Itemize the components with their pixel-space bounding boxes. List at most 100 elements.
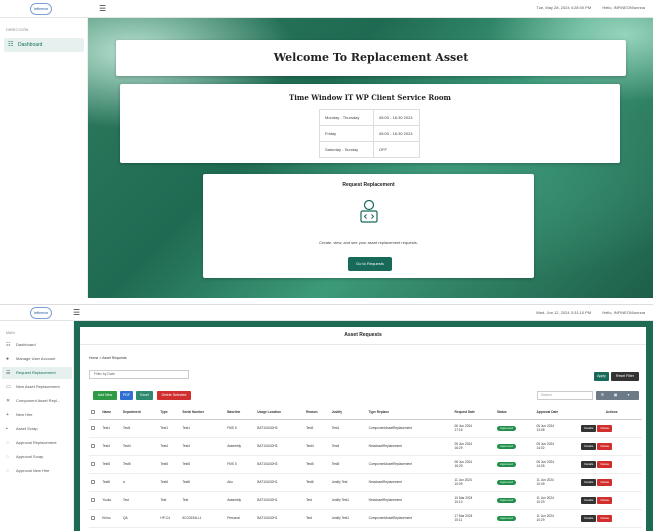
cell-department: Test1 [121,419,159,438]
delete-button[interactable]: Delete [597,424,613,432]
column-header[interactable]: Usage Location [255,406,305,420]
column-header[interactable]: Department [121,406,159,420]
user-greeting[interactable]: Hello, INFINEON\unnna [602,5,645,10]
sidebar-item-approval-scrap[interactable]: ◌ Approval Scrap [2,451,72,463]
page-title: Asset Requests [80,327,646,345]
row-checkbox[interactable] [89,437,101,456]
time-row: Friday 08:00 - 16:30 2024 [319,125,420,142]
details-button[interactable]: Details [581,460,597,468]
sidebar-item-new-asset[interactable]: ▭ New Asset Replacement [2,381,72,393]
sidebar-item-approval-new-hire[interactable]: ◌ Approval New Hire [2,465,72,477]
table-row[interactable]: Test1 Test1 Test1 Test1 FMS 5 BAT10U3OH3… [89,419,642,438]
cell-type-replace: NewAssetReplacement [366,437,453,456]
user-greeting[interactable]: Hello, INFINEON\unnna [602,310,645,315]
column-header[interactable]: Reason [304,406,330,420]
time-row: Monday - Thursday 08:00 - 16:30 2024 [319,109,420,126]
sidebar-item-dashboard[interactable]: ☷ Dashboard [2,339,72,351]
row-checkbox[interactable] [89,491,101,510]
sidebar-item-component-asset[interactable]: ✕ Component Asset Repl... [2,395,72,407]
sidebar-item-asset-scrap[interactable]: ▪ Asset Scrap [2,423,72,435]
column-header[interactable]: Name [100,406,121,420]
main-content: Asset Requests Home > Asset Requests Fil… [74,321,653,531]
row-checkbox[interactable] [89,509,101,528]
excel-button[interactable]: Excel [136,391,153,400]
delete-button[interactable]: Delete [597,478,613,486]
pdf-button[interactable]: PDF [120,391,133,400]
menu-toggle-icon[interactable]: ☰ [99,4,106,13]
delete-selected-button[interactable]: Delete Selected [157,391,191,400]
column-header[interactable]: Justify [329,406,367,420]
grid-view-icon[interactable]: ▦ [609,391,622,400]
details-button[interactable]: Details [581,496,597,504]
cell-baseline: Assembly [225,437,256,456]
column-header[interactable]: Type [158,406,181,420]
sidebar-item-request-replacement[interactable]: ☰ Request Replacement [2,367,72,379]
doc-icon: ▭ [6,384,11,390]
column-header[interactable]: Serial Number [180,406,226,420]
list-view-icon[interactable]: ☰ [596,391,609,400]
breadcrumb-home[interactable]: Home [89,356,98,360]
add-new-button[interactable]: Add New [93,391,117,400]
select-all-checkbox[interactable] [89,406,101,420]
table-row[interactable]: Test5 Test5 Test5 Test5 FMS 5 BAT10U3OH3… [89,455,642,474]
column-header[interactable]: Approval Date [534,406,580,420]
go-to-requests-button[interactable]: Go to Requests [348,257,392,271]
reset-filter-button[interactable]: Reset Filter [611,372,639,381]
sidebar-item-label: Component Asset Repl... [16,398,61,403]
sidebar-item-dashboard[interactable]: ☷ Dashboard [4,38,84,52]
box-icon: ▪ [6,426,8,432]
delete-button[interactable]: Delete [597,442,613,450]
cell-justify: Test5 [329,455,367,474]
status-badge: Approved [496,443,516,449]
cell-status: Approved [494,419,535,438]
approval-time: 13:08 [536,428,545,432]
column-header[interactable]: Type Replace [366,406,453,420]
details-button[interactable]: Details [581,478,597,486]
column-header[interactable]: Baseline [225,406,256,420]
menu-toggle-icon[interactable]: ☰ [73,308,80,317]
table-row[interactable]: Test4 Test4 Test4 Test4 Assembly BAT10U3… [89,437,642,456]
row-checkbox[interactable] [89,455,101,474]
cell-status: Approved [494,437,535,456]
cell-department: Test4 [121,437,159,456]
column-header[interactable]: Request Date [452,406,495,420]
apply-button[interactable]: Apply [594,372,609,381]
table-row[interactable]: Yuuko Test Test Test Assembly BAT10U3OH1… [89,491,642,510]
cell-department: a [121,473,159,492]
request-time: 17:16 [454,428,463,432]
details-button[interactable]: Details [581,424,597,432]
brand-logo[interactable]: infineon [30,307,52,319]
top-bar: infineon ☰ Wed, Jun 12, 2024 3:31:10 PM … [0,305,653,321]
grid-icon: ☷ [6,342,11,348]
cell-baseline: Personal [225,509,256,528]
column-header[interactable]: Status [494,406,535,420]
row-checkbox[interactable] [89,419,101,438]
search-input[interactable]: Search [537,391,593,400]
sidebar-item-label: Dashboard [16,342,36,347]
user-icon: ● [6,356,10,362]
status-badge: Approved [496,461,516,467]
table-row[interactable]: Test6 a Test6 Test6 Aku BAT10U3OH1 Test6… [89,473,642,492]
sidebar-item-manage-user[interactable]: ● Manage User Account [2,353,72,365]
details-button[interactable]: Details [581,442,597,450]
details-button[interactable]: Details [581,514,597,522]
cell-type: HP-C4 [158,509,181,528]
row-checkbox[interactable] [89,473,101,492]
view-toggle[interactable]: ☰ ▦ ▾ [596,391,639,400]
cell-actions: Details Delete [579,473,642,492]
table-row[interactable]: Kirino QA HP-C4 5CG3194LL1 Personal BAT1… [89,509,642,528]
columns-dropdown-icon[interactable]: ▾ [622,391,635,400]
brand-logo[interactable]: infineon [30,3,52,15]
date-filter-input[interactable]: Filter by Date [89,370,189,379]
delete-button[interactable]: Delete [597,460,613,468]
sidebar-item-new-hire[interactable]: + New Hire [2,409,72,421]
delete-button[interactable]: Delete [597,496,613,504]
sidebar-item-label: Approval Scrap [16,454,44,459]
request-time: 16:29 [454,464,463,468]
sidebar-item-approval-replacement[interactable]: ◌ Approval Replacement [2,437,72,449]
cell-approval-date: 11 Jun 2024 10:29 [534,491,580,510]
approval-time: 10:29 [536,500,545,504]
cell-actions: Details Delete [579,455,642,474]
delete-button[interactable]: Delete [597,514,613,522]
cell-justify: Justify Test1 [329,491,367,510]
